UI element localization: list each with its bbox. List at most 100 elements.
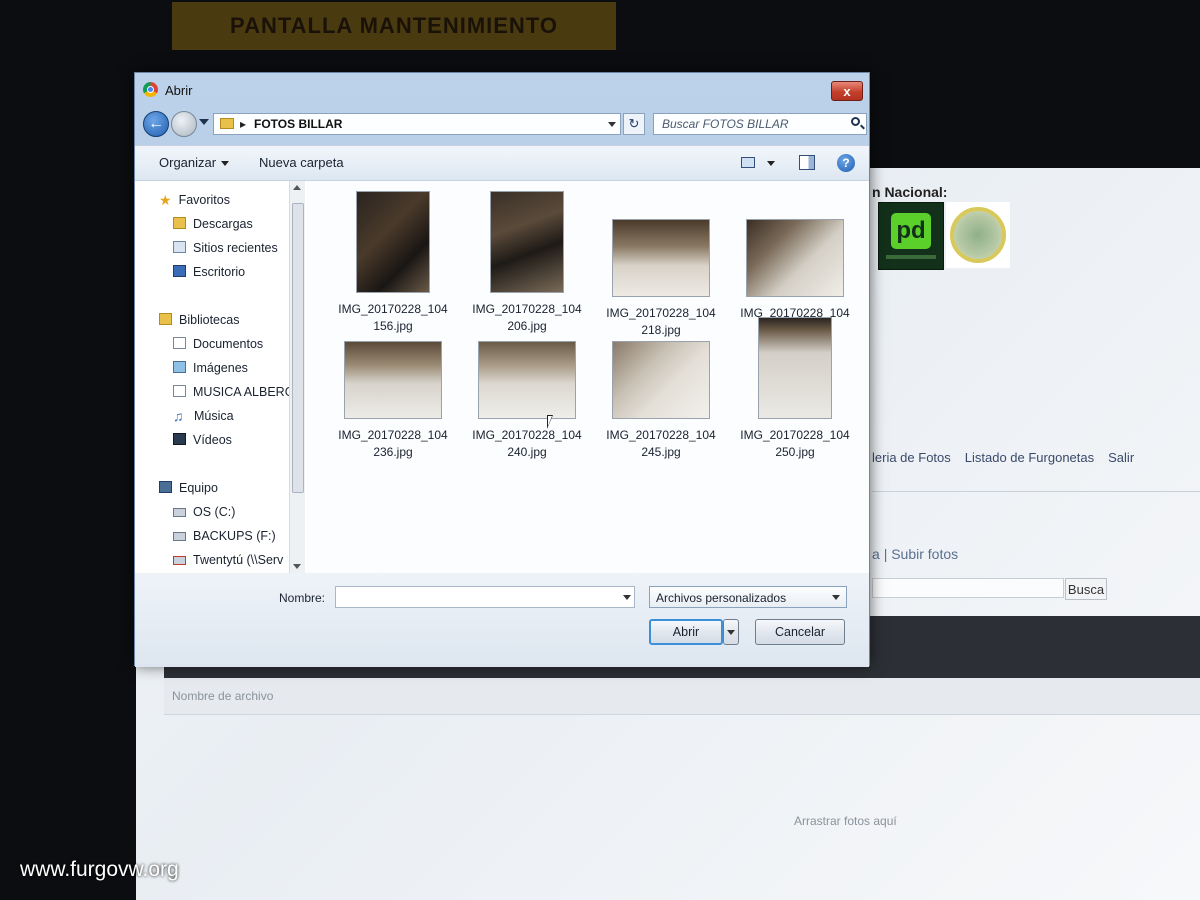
webpage-search-button[interactable]: Busca [1065,578,1107,600]
link-separator: | [883,546,888,562]
nav-equipo-label: Equipo [179,481,218,495]
file-item[interactable]: IMG_20170228_104240.jpg [469,341,585,501]
webpage-heading: n Nacional: [872,184,948,200]
search-input[interactable] [654,114,854,134]
file-type-value: Archivos personalizados [656,591,787,605]
nav-descargas[interactable]: Descargas [173,217,253,231]
music-note-icon: ♫ [173,408,184,424]
chevron-down-icon [832,595,840,600]
nav-twentytu[interactable]: Twentytú (\\Serv [173,553,283,567]
dialog-titlebar[interactable]: Abrir x [135,73,869,107]
nav-favoritos[interactable]: ★ Favoritos [159,193,230,207]
breadcrumb-fotos-billar[interactable]: FOTOS BILLAR [254,117,342,131]
file-item[interactable]: IMG_20170228_104236.jpg [335,341,451,501]
file-name: IMG_20170228_104156.jpg [338,302,448,333]
file-name: IMG_20170228_104206.jpg [472,302,582,333]
webpage-search-input[interactable] [872,578,1064,598]
image-thumbnail [344,341,442,419]
documents-icon [173,337,186,349]
link-partial[interactable]: a [872,546,880,562]
scroll-up-icon[interactable] [293,185,301,190]
change-view-icon[interactable] [741,157,755,168]
nav-listado-furgonetas[interactable]: Listado de Furgonetas [965,450,1094,465]
nav-musica-label: Música [193,409,234,423]
refresh-button[interactable]: ↻ [623,113,645,135]
recent-locations-dropdown[interactable] [199,119,209,125]
chrome-icon [143,82,158,97]
file-item[interactable]: IMG_20170228_104245.jpg [603,341,719,501]
column-nombre-archivo: Nombre de archivo [172,689,274,703]
nav-imagenes[interactable]: Imágenes [173,361,248,375]
image-thumbnail [490,191,564,293]
nav-musica[interactable]: ♫ Música [173,409,234,423]
scroll-down-icon[interactable] [293,564,301,569]
file-list: IMG_20170228_104156.jpg IMG_20170228_104… [307,181,869,573]
nueva-carpeta-button[interactable]: Nueva carpeta [259,155,344,170]
address-dropdown-icon[interactable] [608,122,616,127]
open-file-dialog: Abrir x ← ▸ FOTOS BILLAR ↻ Organizar Nue… [134,72,870,667]
nav-bibliotecas[interactable]: Bibliotecas [159,313,239,327]
nav-twentytu-label: Twentytú (\\Serv [193,553,284,567]
file-name: IMG_20170228_104218.jpg [606,306,716,337]
abrir-button[interactable]: Abrir [649,619,723,645]
navpane-scrollbar[interactable] [289,181,305,573]
downloads-folder-icon [173,217,186,229]
file-item[interactable]: IMG_20170228_104218.jpg [603,191,719,351]
watermark: www.furgovw.org [20,858,179,881]
filename-input[interactable] [335,586,635,608]
nav-documentos[interactable]: Documentos [173,337,263,351]
file-name: IMG_20170228_104240.jpg [472,428,582,459]
filename-dropdown-icon[interactable] [623,595,631,600]
nav-backups-f[interactable]: BACKUPS (F:) [173,529,276,543]
link-subir-fotos[interactable]: Subir fotos [891,546,958,562]
nav-galeria-fotos[interactable]: leria de Fotos [872,450,951,465]
nav-sitios-recientes[interactable]: Sitios recientes [173,241,278,255]
cancelar-button[interactable]: Cancelar [755,619,845,645]
drive-icon [173,508,186,517]
image-thumbnail [612,341,710,419]
abrir-options-button[interactable] [723,619,739,645]
nav-musica-alberg[interactable]: MUSICA ALBERG [173,385,294,399]
search-box [653,113,867,135]
maintenance-banner: PANTALLA MANTENIMIENTO [172,2,616,50]
view-options-dropdown[interactable] [767,161,775,166]
file-item[interactable]: IMG_20170228_104250.jpg [737,317,853,477]
file-name: IMG_20170228_104245.jpg [606,428,716,459]
nav-os-c-label: OS (C:) [193,505,236,519]
image-thumbnail [356,191,430,293]
search-icon[interactable] [851,117,860,126]
address-row: ← ▸ FOTOS BILLAR ↻ [135,109,869,139]
breadcrumb-arrow-icon[interactable]: ▸ [240,117,246,131]
forward-button[interactable] [171,111,197,137]
libraries-icon [159,313,172,325]
organizar-button[interactable]: Organizar [159,155,230,170]
network-drive-icon [173,556,186,565]
preview-pane-icon[interactable] [799,155,815,170]
file-item[interactable]: IMG_20170228_104156.jpg [335,191,451,351]
nav-descargas-label: Descargas [193,217,253,231]
file-type-select[interactable]: Archivos personalizados [649,586,847,608]
nav-videos[interactable]: Vídeos [173,433,232,447]
address-bar[interactable]: ▸ FOTOS BILLAR [213,113,621,135]
nav-equipo[interactable]: Equipo [159,481,218,495]
webpage-links: a | Subir fotos [872,546,958,562]
dialog-title: Abrir [165,83,193,98]
nav-sitios-recientes-label: Sitios recientes [193,241,278,255]
nav-documentos-label: Documentos [193,337,264,351]
nombre-label: Nombre: [279,591,326,605]
nav-os-c[interactable]: OS (C:) [173,505,235,519]
drop-zone-hint[interactable]: Arrastrar fotos aquí [794,814,897,828]
dialog-toolbar: Organizar Nueva carpeta ? [135,145,869,181]
seal-logo [946,202,1010,268]
image-thumbnail [746,219,844,297]
nav-salir[interactable]: Salir [1108,450,1134,465]
file-name: IMG_20170228_104250.jpg [740,428,850,459]
back-button[interactable]: ← [143,111,169,137]
close-button[interactable]: x [831,81,863,101]
help-icon[interactable]: ? [837,154,855,172]
file-name: IMG_20170228_104236.jpg [338,428,448,459]
mouse-cursor-icon [547,415,553,429]
nav-escritorio[interactable]: Escritorio [173,265,245,279]
scroll-thumb[interactable] [292,203,304,493]
file-item[interactable]: IMG_20170228_104206.jpg [469,191,585,351]
